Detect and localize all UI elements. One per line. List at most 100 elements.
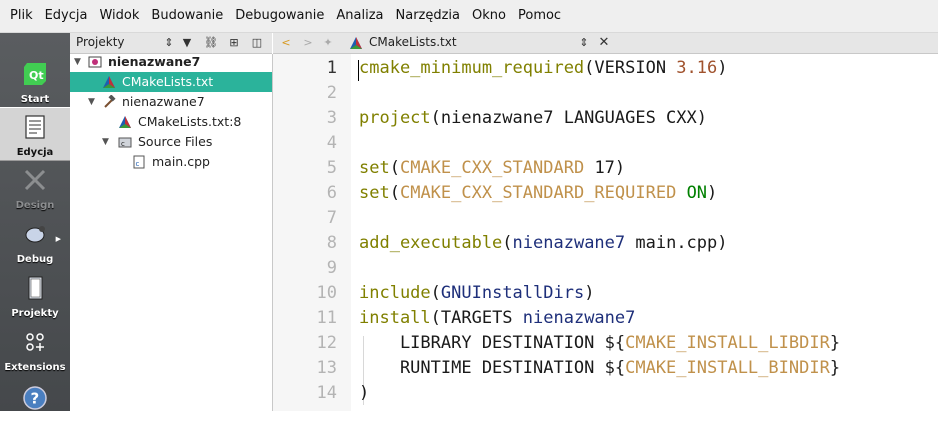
tree-item-project[interactable]: ▼ nienazwane7 — [70, 52, 272, 72]
menu-narzedzia[interactable]: Narzędzia — [390, 0, 467, 32]
code-token: CMAKE_INSTALL_BINDIR — [625, 358, 830, 378]
code-line[interactable]: add_executable(nienazwane7 main.cpp) — [359, 233, 728, 253]
cmake-project-icon — [88, 56, 102, 68]
code-token: ) — [584, 283, 595, 303]
code-line[interactable]: set(CMAKE_CXX_STANDARD 17) — [359, 158, 625, 178]
code-token: ) — [717, 58, 728, 78]
menu-pomoc[interactable]: Pomoc — [512, 0, 567, 32]
back-arrow-icon[interactable]: < — [279, 36, 293, 50]
svg-text:c: c — [136, 160, 140, 168]
code-token: ) — [359, 383, 370, 403]
tree-item-main-cpp[interactable]: c main.cpp — [70, 152, 272, 172]
menu-widok[interactable]: Widok — [93, 0, 145, 32]
code-line[interactable]: include(GNUInstallDirs) — [359, 283, 594, 303]
tree-item-cmakelists[interactable]: CMakeLists.txt — [70, 72, 272, 92]
cpp-file-icon: c — [133, 155, 145, 169]
code-token: 3.16 — [676, 58, 718, 78]
extensions-grid-icon — [26, 333, 44, 351]
menu-bar: Plik Edycja Widok Budowanie Debugowanie … — [0, 0, 938, 33]
code-line[interactable]: LIBRARY DESTINATION ${CMAKE_INSTALL_LIBD… — [359, 333, 840, 353]
line-number: 13 — [316, 358, 337, 378]
code-token: install — [359, 308, 431, 328]
cmake-file-icon — [350, 37, 362, 49]
filter-icon[interactable]: ▼ — [180, 36, 194, 50]
svg-text:c: c — [121, 140, 125, 148]
mode-extensions[interactable]: Extensions — [0, 323, 70, 375]
code-token: ( — [430, 283, 441, 303]
line-number: 2 — [326, 83, 337, 103]
code-token: set — [359, 183, 390, 203]
tree-item-label: nienazwane7 — [108, 54, 201, 69]
menu-okno[interactable]: Okno — [466, 0, 512, 32]
code-token: ) — [707, 183, 718, 203]
mode-label: Start — [20, 94, 50, 105]
code-token: CMAKE_INSTALL_LIBDIR — [625, 333, 830, 353]
mode-help[interactable]: ? — [0, 379, 70, 431]
menu-edycja[interactable]: Edycja — [39, 0, 94, 32]
code-token: nienazwane7 — [512, 233, 626, 253]
code-line[interactable]: ) — [359, 383, 369, 403]
mode-debug[interactable]: ▶ Debug — [0, 215, 70, 267]
mode-edycja[interactable]: Edycja — [0, 107, 70, 161]
line-number: 1 — [326, 58, 337, 78]
split-icon[interactable]: ⊞ — [227, 36, 241, 50]
code-line[interactable]: RUNTIME DESTINATION ${CMAKE_INSTALL_BIND… — [359, 358, 840, 378]
code-editor[interactable]: 1 2 3 4 5 6 7 8 9 10 11 12 13 14 cmake_minimum_requir… — [273, 54, 938, 411]
code-token: include — [359, 283, 431, 303]
code-token: } — [829, 358, 841, 378]
code-line[interactable]: project(nienazwane7 LANGUAGES CXX) — [359, 108, 707, 128]
chevron-updown-icon[interactable]: ⇕ — [162, 36, 176, 50]
expanded-arrow-icon[interactable]: ▼ — [102, 132, 109, 152]
code-token: main.cpp) — [625, 233, 728, 253]
tree-item-cmakelists-ref[interactable]: CMakeLists.txt:8 — [70, 112, 272, 132]
line-number: 6 — [326, 183, 337, 203]
code-token: CMAKE_CXX_STANDARD — [399, 158, 585, 178]
mode-label: Design — [15, 200, 55, 211]
cmake-file-icon — [119, 116, 131, 128]
mode-projekty[interactable]: Projekty — [0, 269, 70, 321]
qt-logo-icon: Qt — [24, 63, 46, 85]
line-number: 4 — [326, 133, 337, 153]
expanded-arrow-icon[interactable]: ▼ — [74, 52, 81, 72]
menu-debugowanie[interactable]: Debugowanie — [229, 0, 330, 32]
chevron-updown-icon[interactable]: ⇕ — [577, 36, 591, 50]
mode-label: Extensions — [4, 362, 66, 373]
document-icon — [25, 115, 45, 139]
code-line[interactable]: set(CMAKE_CXX_STANDARD_REQUIRED ON) — [359, 183, 717, 203]
cmake-file-icon — [103, 76, 115, 88]
tree-item-target[interactable]: ▼ nienazwane7 — [70, 92, 272, 112]
close-document-icon[interactable]: ✕ — [597, 36, 611, 50]
projects-view-selector[interactable]: Projekty — [76, 35, 125, 49]
open-document-selector[interactable]: CMakeLists.txt — [369, 35, 457, 49]
mode-design[interactable]: Design — [0, 161, 70, 213]
code-token: RUNTIME DESTINATION ${ — [359, 358, 626, 378]
editor-toolbar: < > ✦ CMakeLists.txt ⇕ ✕ — [273, 33, 938, 54]
menu-analiza[interactable]: Analiza — [330, 0, 389, 32]
bug-icon — [25, 226, 45, 243]
svg-text:?: ? — [31, 390, 40, 408]
forward-arrow-icon[interactable]: > — [301, 36, 315, 50]
code-token: add_executable — [359, 233, 503, 253]
code-token: nienazwane7 — [522, 308, 636, 328]
code-token: CMAKE_CXX_STANDARD_REQUIRED — [399, 183, 677, 203]
menu-budowanie[interactable]: Budowanie — [145, 0, 229, 32]
svg-text:Qt: Qt — [29, 69, 44, 82]
close-panel-icon[interactable]: ◫ — [250, 36, 264, 50]
code-line[interactable]: cmake_minimum_required(VERSION 3.16) — [359, 58, 728, 78]
mode-start[interactable]: Qt Start — [0, 55, 70, 107]
code-token: (TARGETS — [430, 308, 523, 328]
line-number: 9 — [326, 258, 337, 278]
code-token: ( — [389, 183, 400, 203]
tree-item-source-files[interactable]: ▼ c Source Files — [70, 132, 272, 152]
expanded-arrow-icon[interactable]: ▼ — [88, 92, 95, 112]
line-number: 8 — [326, 233, 337, 253]
project-tree: ▼ nienazwane7 CMakeLists.txt ▼ nienazwan… — [70, 54, 273, 411]
code-line[interactable]: install(TARGETS nienazwane7 — [359, 308, 635, 328]
tree-item-label: CMakeLists.txt — [122, 74, 214, 89]
build-hammer-icon — [104, 95, 116, 108]
projects-toolbar: Projekty ⇕ ▼ ⛓ ⊞ ◫ — [70, 33, 272, 54]
code-token: GNUInstallDirs — [440, 283, 585, 303]
link-icon[interactable]: ⛓ — [204, 36, 218, 50]
menu-plik[interactable]: Plik — [0, 0, 39, 32]
code-token: 17) — [584, 158, 626, 178]
